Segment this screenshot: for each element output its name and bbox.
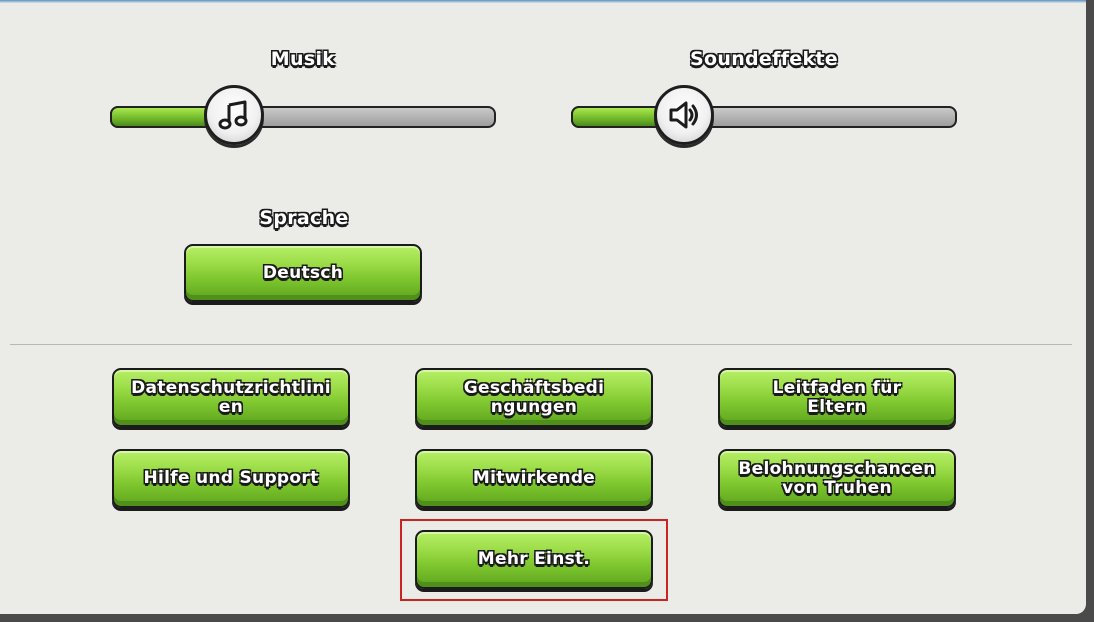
credits-label: Mitwirkende	[472, 468, 596, 488]
panel-top-edge	[0, 0, 1086, 3]
more-settings-button[interactable]: Mehr Einst.	[415, 530, 653, 589]
music-label: Musik	[270, 48, 336, 70]
section-divider	[10, 344, 1072, 345]
credits-button[interactable]: Mitwirkende	[415, 449, 653, 508]
sfx-slider-knob[interactable]	[654, 85, 714, 145]
language-button[interactable]: Deutsch	[184, 244, 422, 302]
music-slider-fill	[110, 106, 214, 128]
sfx-label: Soundeffekte	[690, 48, 838, 70]
help-support-button[interactable]: Hilfe und Support	[112, 449, 350, 508]
chest-odds-label: Belohnungschancen von Truhen	[738, 458, 936, 498]
terms-button[interactable]: Geschäftsbedingungen	[415, 368, 653, 427]
help-support-label: Hilfe und Support	[143, 468, 319, 488]
privacy-policy-button[interactable]: Datenschutzrichtlinien	[112, 368, 350, 427]
music-slider-knob[interactable]	[204, 85, 264, 145]
privacy-policy-label: Datenschutzrichtlinien	[131, 377, 331, 417]
settings-panel: Musik Soundeffekte Sprache Deutsch Daten…	[0, 0, 1086, 614]
music-slider[interactable]	[110, 85, 496, 145]
parents-guide-button[interactable]: Leitfaden für Eltern	[718, 368, 956, 427]
speaker-icon	[669, 101, 698, 129]
chest-odds-button[interactable]: Belohnungschancen von Truhen	[718, 449, 956, 508]
language-value: Deutsch	[262, 262, 344, 283]
language-label: Sprache	[259, 207, 349, 229]
more-settings-label: Mehr Einst.	[477, 549, 591, 569]
sfx-slider[interactable]	[571, 85, 957, 145]
parents-guide-label: Leitfaden für Eltern	[772, 377, 902, 417]
music-note-icon	[218, 100, 248, 130]
terms-label: Geschäftsbedingungen	[463, 377, 605, 417]
